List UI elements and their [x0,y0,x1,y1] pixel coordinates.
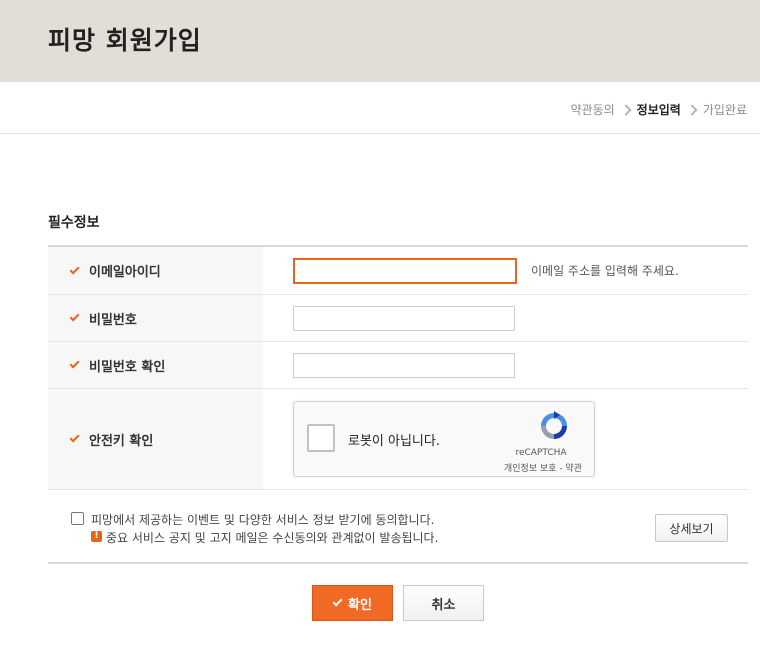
form-row-password-confirm: 비밀번호 확인 [48,342,748,389]
password-label: 비밀번호 [89,312,137,328]
field-cell [263,295,748,341]
security-key-label: 안전키 확인 [89,433,154,449]
required-check-icon [69,432,80,443]
recaptcha-checkbox[interactable] [307,424,335,452]
field-label: 비밀번호 확인 [48,342,263,388]
consent-checkbox[interactable] [71,512,84,525]
signup-steps: 약관동의 정보입력 가입완료 [570,101,747,118]
chevron-right-icon [687,104,697,116]
cancel-button[interactable]: 취소 [403,585,484,621]
recaptcha-logo-icon [541,411,567,439]
field-label: 안전키 확인 [48,389,263,489]
password-confirm-label: 비밀번호 확인 [89,359,166,375]
form-row-email: 이메일아이디 이메일 주소를 입력해 주세요. [48,247,748,295]
email-label: 이메일아이디 [89,265,161,280]
divider [0,133,760,134]
recaptcha-brand: reCAPTCHA [515,448,567,458]
section-title: 필수정보 [48,215,100,231]
confirm-button[interactable]: 확인 [312,585,393,621]
step-info: 정보입력 [636,103,681,117]
step-terms: 약관동의 [570,103,615,117]
warning-icon: ! [91,531,102,542]
field-label: 이메일아이디 [48,247,263,294]
required-check-icon [69,311,80,322]
form-row-password: 비밀번호 [48,295,748,342]
recaptcha-links[interactable]: 개인정보 보호 - 약관 [504,461,582,474]
chevron-right-icon [621,104,631,116]
field-cell [263,342,748,388]
password-input[interactable] [293,305,515,331]
page-title: 피망 회원가입 [48,26,202,55]
email-hint: 이메일 주소를 입력해 주세요. [531,264,679,278]
required-check-icon [69,264,80,274]
recaptcha-label: 로봇이 아닙니다. [348,434,440,449]
field-label: 비밀번호 [48,295,263,341]
form-row-security-key: 안전키 확인 로봇이 아닙니다. reCAPTCHA 개인정보 보호 - 약관 [48,389,748,490]
recaptcha-widget: 로봇이 아닙니다. reCAPTCHA 개인정보 보호 - 약관 [293,401,595,477]
detail-button[interactable]: 상세보기 [655,514,728,542]
field-cell: 로봇이 아닙니다. reCAPTCHA 개인정보 보호 - 약관 [263,389,748,489]
consent-notice: 중요 서비스 공지 및 고지 메일은 수신동의와 관계없이 발송됩니다. [106,531,439,545]
step-complete: 가입완료 [702,103,747,117]
field-cell: 이메일 주소를 입력해 주세요. [263,247,748,294]
marketing-consent: 피망에서 제공하는 이벤트 및 다양한 서비스 정보 받기에 동의합니다. ! … [48,489,748,564]
confirm-label: 확인 [348,597,372,613]
password-confirm-input[interactable] [293,352,515,378]
consent-text: 피망에서 제공하는 이벤트 및 다양한 서비스 정보 받기에 동의합니다. [91,513,435,527]
email-input[interactable] [293,257,517,284]
page-header: 피망 회원가입 [0,0,760,82]
required-check-icon [69,358,80,369]
check-icon [332,596,343,607]
required-info-form: 이메일아이디 이메일 주소를 입력해 주세요. 비밀번호 비밀번호 확인 안전키… [48,245,748,490]
